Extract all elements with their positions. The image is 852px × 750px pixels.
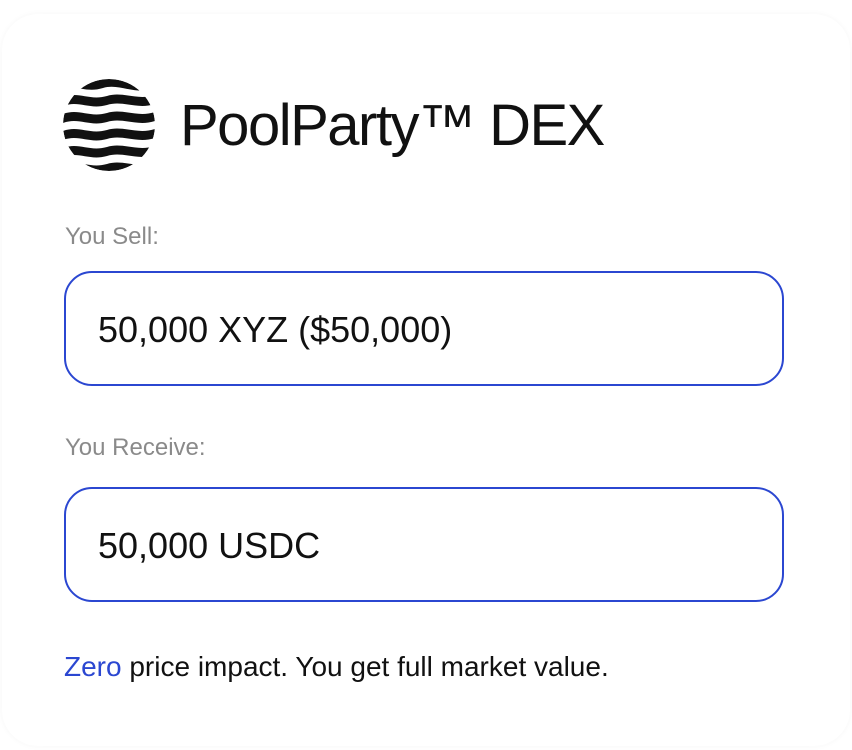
price-impact-highlight: Zero xyxy=(64,651,122,682)
app-title: PoolParty™ DEX xyxy=(180,93,605,158)
sell-label: You Sell: xyxy=(65,223,159,250)
sell-amount-value: 50,000 XYZ ($50,000) xyxy=(98,309,453,350)
price-impact-note: Zero price impact. You get full market v… xyxy=(64,648,609,686)
receive-label: You Receive: xyxy=(65,434,206,461)
receive-amount-field[interactable]: 50,000 USDC xyxy=(64,487,784,602)
sell-amount-field[interactable]: 50,000 XYZ ($50,000) xyxy=(64,271,784,386)
wave-sphere-icon xyxy=(63,79,155,171)
price-impact-text: price impact. You get full market value. xyxy=(121,651,609,682)
receive-amount-value: 50,000 USDC xyxy=(98,525,321,566)
